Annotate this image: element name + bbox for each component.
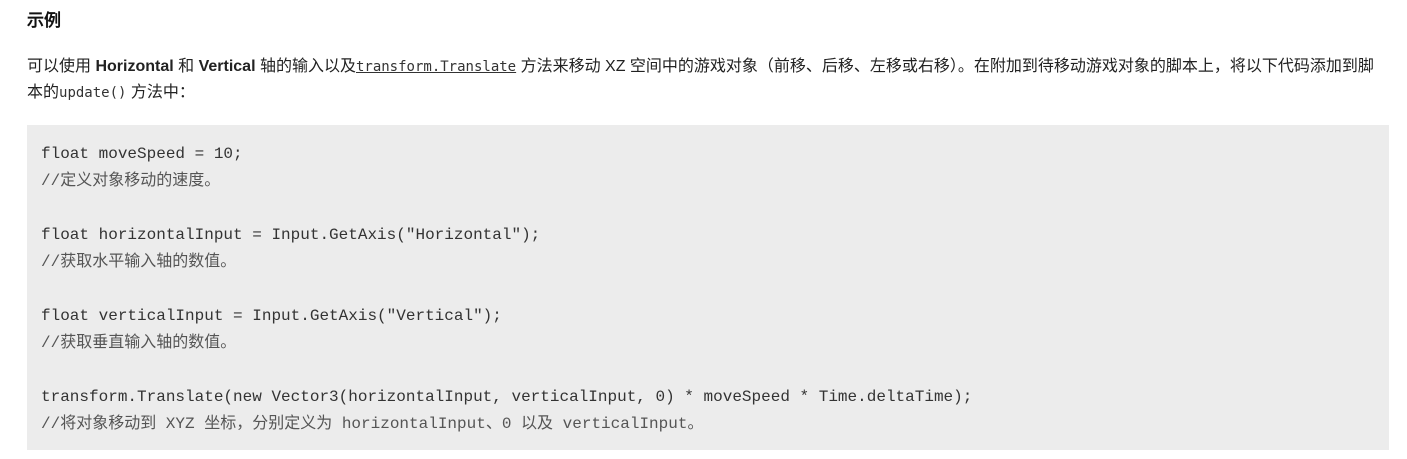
code-comment-line: //将对象移动到 XYZ 坐标，分别定义为 horizontalInput、0 … [41, 415, 704, 433]
intro-text-3: 轴的输入以及 [255, 58, 356, 75]
update-method-code: update() [59, 85, 127, 101]
code-comment-line: //获取水平输入轴的数值。 [41, 253, 237, 271]
horizontal-axis-term: Horizontal [95, 58, 174, 75]
code-line: float verticalInput = Input.GetAxis("Ver… [41, 307, 502, 325]
transform-translate-link[interactable]: transform.Translate [356, 59, 516, 75]
code-line: float horizontalInput = Input.GetAxis("H… [41, 226, 541, 244]
intro-text-1: 可以使用 [27, 58, 96, 75]
code-block[interactable]: float moveSpeed = 10; //定义对象移动的速度。 float h… [27, 125, 1389, 450]
vertical-axis-term: Vertical [198, 58, 256, 75]
section-title: 示例 [27, 11, 61, 30]
intro-text-2: 和 [173, 58, 199, 75]
intro-paragraph: 可以使用 Horizontal 和 Vertical 轴的输入以及transfo… [27, 54, 1379, 106]
code-comment-line: //获取垂直输入轴的数值。 [41, 334, 237, 352]
code-line: transform.Translate(new Vector3(horizont… [41, 388, 973, 406]
code-line: float moveSpeed = 10; [41, 145, 243, 163]
intro-text-5: 方法中： [126, 84, 195, 101]
code-comment-line: //定义对象移动的速度。 [41, 172, 221, 190]
